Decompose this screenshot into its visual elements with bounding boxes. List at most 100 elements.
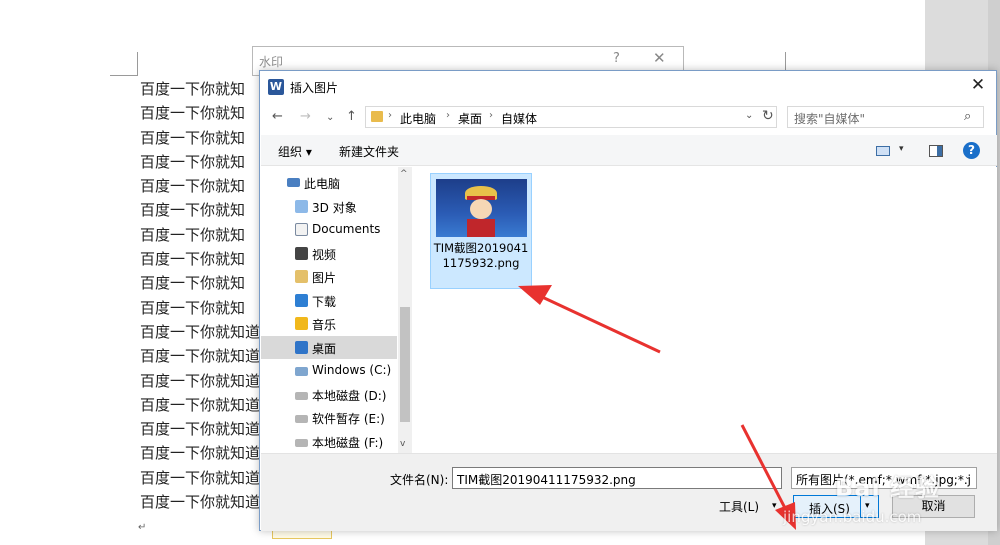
sidebar-item-label: Documents <box>312 222 381 236</box>
document-line: 百度一下你就知道 <box>140 322 261 341</box>
sidebar-item[interactable]: 软件暂存 (E:) <box>261 406 397 429</box>
document-line: 百度一下你就知 <box>140 201 246 220</box>
forward-arrow-icon[interactable]: → <box>300 109 311 124</box>
watermark-dialog-title: 水印 <box>259 55 284 69</box>
search-placeholder: 搜索"自媒体" <box>794 112 866 126</box>
sidebar-item[interactable]: 桌面 <box>261 335 397 359</box>
new-folder-button[interactable]: 新建文件夹 <box>339 143 399 160</box>
breadcrumb-separator: › <box>446 110 450 121</box>
file-list: TIM截图20190411175932.png <box>413 167 997 453</box>
document-line: 百度一下你就知 <box>140 152 246 171</box>
paragraph-mark: ↵ <box>138 522 147 533</box>
sidebar-item[interactable]: 本地磁盘 (D:) <box>261 383 397 406</box>
document-line: 百度一下你就知 <box>140 225 246 244</box>
sidebar-item-label: 软件暂存 (E:) <box>312 412 385 426</box>
desktop-icon <box>295 340 308 354</box>
view-dropdown-icon[interactable]: ▾ <box>899 144 904 154</box>
breadcrumb-separator: › <box>489 110 493 121</box>
sidebar-item-label: 本地磁盘 (D:) <box>312 388 387 403</box>
document-line: 百度一下你就知 <box>140 177 246 196</box>
sidebar-item-label: 3D 对象 <box>312 200 357 215</box>
computer-icon <box>287 178 300 187</box>
file-name-label: TIM截图20190411175932.png <box>433 241 529 270</box>
dialog-toolbar: 组织 ▾ 新建文件夹 ▾ ? <box>261 135 997 166</box>
sidebar-item[interactable]: 3D 对象 <box>261 195 397 218</box>
word-app-icon: W <box>268 79 284 95</box>
sidebar-item[interactable]: 音乐 <box>261 312 397 335</box>
sidebar-item[interactable]: 此电脑 <box>261 171 397 194</box>
insert-button[interactable]: 插入(S) ▾ <box>793 495 879 518</box>
recent-locations-icon[interactable]: ⌄ <box>326 112 334 123</box>
document-line: 百度一下你就知道 <box>140 420 261 439</box>
document-line: 百度一下你就知道 <box>140 395 261 414</box>
document-text: 百度一下你就知 百度一下你就知 百度一下你就知 百度一下你就知 百度一下你就知 百度一下你… <box>140 77 270 514</box>
thumbnail-body <box>467 219 495 237</box>
sidebar-item-label: 图片 <box>312 271 337 285</box>
address-bar[interactable]: › 此电脑 › 桌面 › 自媒体 ⌄ ↻ <box>365 106 777 128</box>
document-line: 百度一下你就知 <box>140 298 246 317</box>
breadcrumb-this-pc[interactable]: 此电脑 <box>400 110 436 127</box>
dialog-title: 插入图片 <box>290 81 339 95</box>
sidebar-item[interactable]: 下载 <box>261 289 397 312</box>
scroll-thumb[interactable] <box>400 307 410 422</box>
breadcrumb-desktop[interactable]: 桌面 <box>458 110 482 127</box>
download-icon <box>295 293 308 307</box>
dialog-footer: 文件名(N): TIM截图20190411175932.png 所有图片(*.e… <box>261 453 997 531</box>
watermark-help-icon[interactable]: ? <box>613 51 620 66</box>
cancel-button[interactable]: 取消 <box>892 495 975 518</box>
document-line: 百度一下你就知道 <box>140 444 261 463</box>
view-mode-icon[interactable] <box>876 146 890 156</box>
tools-button[interactable]: 工具(L) <box>719 498 759 515</box>
search-input[interactable]: 搜索"自媒体" ⌕ <box>787 106 984 128</box>
search-icon[interactable]: ⌕ <box>964 109 971 124</box>
page-corner-mark <box>110 52 138 76</box>
insert-picture-dialog: W 插入图片 ✕ ← → ⌄ ↑ › 此电脑 › 桌面 › 自媒体 ⌄ ↻ 搜索… <box>259 70 997 531</box>
back-arrow-icon[interactable]: ← <box>272 109 283 124</box>
document-line: 百度一下你就知道 <box>140 493 261 512</box>
dialog-title-bar: W 插入图片 ✕ <box>260 71 996 102</box>
document-line: 百度一下你就知 <box>140 128 246 147</box>
sidebar-item[interactable]: 视频 <box>261 242 397 265</box>
sidebar-item[interactable]: 图片 <box>261 265 397 288</box>
watermark-close-icon[interactable]: ✕ <box>653 49 666 67</box>
insert-dropdown-icon[interactable]: ▾ <box>865 501 870 511</box>
navigation-scrollbar[interactable]: ^ v <box>398 167 412 453</box>
close-icon[interactable]: ✕ <box>968 75 988 95</box>
address-dropdown-icon[interactable]: ⌄ <box>745 110 753 121</box>
navigation-pane: 此电脑 3D 对象 Documents 视频图片下载 音乐 桌面 Windows (C:) 本… <box>261 167 412 453</box>
sidebar-item-label: Windows (C:) <box>312 363 392 377</box>
folder-icon <box>371 111 383 122</box>
up-arrow-icon[interactable]: ↑ <box>346 109 357 124</box>
scroll-up-icon[interactable]: ^ <box>400 169 408 179</box>
drive-icon <box>295 391 308 400</box>
sidebar-item[interactable]: 本地磁盘 (F:) <box>261 430 397 453</box>
tools-dropdown-icon[interactable]: ▾ <box>772 501 777 511</box>
sidebar-item-label: 本地磁盘 (F:) <box>312 435 384 450</box>
document-line: 百度一下你就知 <box>140 250 246 269</box>
organize-menu-button[interactable]: 组织 ▾ <box>278 143 312 160</box>
breadcrumb-media[interactable]: 自媒体 <box>501 110 537 127</box>
scroll-down-icon[interactable]: v <box>400 439 405 449</box>
filename-input[interactable]: TIM截图20190411175932.png <box>452 467 782 489</box>
refresh-icon[interactable]: ↻ <box>762 108 774 124</box>
preview-pane-icon[interactable] <box>929 145 943 157</box>
sidebar-item-label: 此电脑 <box>304 177 341 191</box>
breadcrumb-separator: › <box>388 110 392 121</box>
documents-icon <box>295 223 308 236</box>
insert-button-label: 插入(S) <box>809 502 850 516</box>
sidebar-item[interactable]: Windows (C:) <box>261 359 397 382</box>
sidebar-item[interactable]: Documents <box>261 218 397 241</box>
file-item[interactable]: TIM截图20190411175932.png <box>430 173 532 289</box>
filetype-value: 所有图片(*.emf;*.wmf;*.jpg;*.j <box>796 473 971 487</box>
music-icon <box>295 317 308 330</box>
filename-label: 文件名(N): <box>390 473 449 487</box>
image-thumbnail <box>436 179 527 237</box>
thumbnail-face <box>470 199 492 219</box>
document-line: 百度一下你就知 <box>140 104 246 123</box>
filetype-select[interactable]: 所有图片(*.emf;*.wmf;*.jpg;*.j ⌄ <box>791 467 977 489</box>
document-line: 百度一下你就知 <box>140 80 246 98</box>
help-icon[interactable]: ? <box>963 142 980 159</box>
drive-icon <box>295 438 308 447</box>
sidebar-item-label: 视频 <box>312 247 337 262</box>
pictures-icon <box>295 270 308 283</box>
